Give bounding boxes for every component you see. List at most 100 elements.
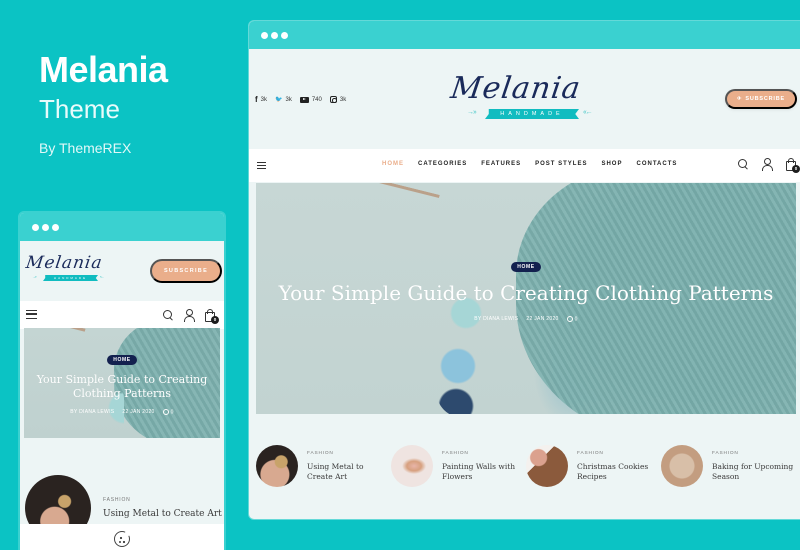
main-navigation: HOME CATEGORIES FEATURES POST STYLES SHO…	[249, 149, 800, 182]
facebook-icon: f	[255, 95, 258, 104]
menu-item-features[interactable]: FEATURES	[481, 161, 521, 167]
search-icon[interactable]	[737, 158, 749, 170]
menu-item-post-styles[interactable]: POST STYLES	[535, 161, 587, 167]
subscribe-button[interactable]: ✈ SUBSCRIBE	[725, 89, 797, 109]
menu-item-home[interactable]: HOME	[382, 161, 404, 167]
shopping-bag-icon[interactable]: 0	[785, 158, 800, 173]
category-badge[interactable]: HOME	[107, 355, 137, 365]
social-links: f 3k 🐦 3k 740 3k	[255, 95, 346, 104]
post-meta: BY DIANA LEWIS 22 JAN 2020 0	[256, 316, 796, 322]
post-title[interactable]: Christmas Cookies Recipes	[577, 462, 661, 481]
user-icon[interactable]	[183, 309, 195, 322]
menu-item-contacts[interactable]: CONTACTS	[636, 161, 677, 167]
list-item[interactable]: FASHION Baking for Upcoming Season	[661, 445, 796, 487]
window-dot-icon	[261, 31, 268, 39]
hero-content: HOME Your Simple Guide to Creating Cloth…	[256, 255, 796, 322]
logo-script: Melania	[24, 253, 104, 273]
post-category[interactable]: FASHION	[712, 451, 796, 456]
hero-title[interactable]: Your Simple Guide to Creating Clothing P…	[256, 282, 796, 304]
window-dot-icon	[271, 31, 278, 39]
brand-subtitle: Theme	[39, 94, 120, 124]
list-item[interactable]: FASHION Using Metal to Create Art	[256, 445, 391, 487]
instagram-icon	[329, 96, 337, 103]
twitter-icon: 🐦	[275, 97, 283, 103]
social-count: 3k	[339, 96, 347, 103]
category-badge[interactable]: HOME	[511, 262, 541, 272]
youtube-icon	[299, 96, 309, 103]
logo-tagline: HANDMADE	[43, 275, 98, 281]
post-date: 22 JAN 2020	[122, 409, 155, 416]
post-meta: BY DIANA LEWIS 22 JAN 2020 0	[24, 409, 220, 415]
site-header: f 3k 🐦 3k 740 3k Melania →›› HANDMADE ‹‹…	[249, 49, 800, 149]
window-title-bar	[249, 21, 800, 49]
list-item[interactable]: FASHION Christmas Cookies Recipes	[526, 445, 661, 487]
post-thumbnail[interactable]	[526, 445, 568, 487]
subscribe-label: SUBSCRIBE	[745, 96, 785, 102]
logo-tagline: HANDMADE	[485, 109, 579, 119]
post-comments[interactable]: 0	[162, 409, 174, 415]
logo-script: Melania	[448, 71, 584, 106]
hero-featured-post[interactable]: HOME Your Simple Guide to Creating Cloth…	[256, 183, 796, 414]
shopping-bag-icon[interactable]: 0	[204, 309, 219, 324]
mobile-preview-window: Melania →›› HANDMADE ‹‹← SUBSCRIBE 0 HOM…	[18, 211, 226, 550]
arrow-decoration-icon: →››	[467, 109, 477, 116]
arrow-decoration-icon: ‹‹←	[100, 274, 105, 279]
post-category[interactable]: FASHION	[307, 451, 391, 456]
post-list: FASHION Using Metal to Create Art FASHIO…	[256, 445, 796, 487]
header-actions: 0	[162, 309, 219, 324]
window-dot-icon	[52, 223, 59, 231]
user-icon[interactable]	[761, 158, 773, 171]
arrow-decoration-icon: ‹‹←	[583, 109, 593, 116]
arrow-decoration-icon: →››	[32, 274, 37, 279]
paper-plane-icon: ✈	[736, 96, 743, 102]
hero-featured-post[interactable]: HOME Your Simple Guide to Creating Cloth…	[24, 328, 220, 438]
social-youtube[interactable]: 740	[299, 96, 322, 103]
post-title[interactable]: Baking for Upcoming Season	[712, 462, 796, 481]
comment-icon	[566, 316, 573, 322]
brand-title: Melania	[39, 49, 168, 90]
menu-item-shop[interactable]: SHOP	[601, 161, 622, 167]
hamburger-menu-icon[interactable]	[26, 310, 37, 319]
menu-items: HOME CATEGORIES FEATURES POST STYLES SHO…	[382, 161, 677, 167]
social-count: 740	[311, 96, 322, 103]
window-title-bar	[20, 213, 224, 241]
hamburger-menu-icon[interactable]	[257, 162, 266, 169]
post-thumbnail[interactable]	[256, 445, 298, 487]
search-icon[interactable]	[162, 309, 174, 321]
site-logo[interactable]: Melania →›› HANDMADE ‹‹←	[24, 253, 114, 285]
comment-icon	[162, 409, 169, 415]
post-thumbnail[interactable]	[661, 445, 703, 487]
mobile-navigation: 0	[20, 301, 224, 329]
post-title[interactable]: Using Metal to Create Art	[103, 509, 222, 520]
post-category[interactable]: FASHION	[442, 451, 526, 456]
social-count: 3k	[260, 96, 268, 103]
social-facebook[interactable]: f 3k	[255, 95, 267, 104]
post-title[interactable]: Painting Walls with Flowers	[442, 462, 526, 481]
brand-author: By ThemeREX	[39, 140, 132, 156]
cookie-icon[interactable]	[114, 530, 131, 547]
site-logo[interactable]: Melania →›› HANDMADE ‹‹←	[445, 71, 605, 123]
comment-count: 0	[574, 316, 578, 323]
post-title[interactable]: Using Metal to Create Art	[307, 462, 391, 481]
post-author[interactable]: BY DIANA LEWIS	[70, 409, 114, 415]
social-instagram[interactable]: 3k	[329, 96, 347, 103]
brand-block: Melania Theme By ThemeREX	[39, 49, 168, 157]
social-twitter[interactable]: 🐦 3k	[275, 96, 292, 104]
cart-count-badge: 0	[792, 165, 800, 173]
post-category[interactable]: FASHION	[577, 451, 661, 456]
post-category[interactable]: FASHION	[103, 497, 222, 503]
hero-title[interactable]: Your Simple Guide to Creating Clothing P…	[24, 373, 220, 401]
cookie-consent-bar	[20, 524, 224, 550]
post-comments[interactable]: 0	[566, 316, 578, 323]
post-thumbnail[interactable]	[391, 445, 433, 487]
hero-content: HOME Your Simple Guide to Creating Cloth…	[24, 348, 220, 415]
post-author[interactable]: BY DIANA LEWIS	[474, 316, 518, 322]
menu-item-categories[interactable]: CATEGORIES	[418, 161, 467, 167]
list-item[interactable]: FASHION Painting Walls with Flowers	[391, 445, 526, 487]
window-dot-icon	[281, 31, 288, 39]
social-count: 3k	[285, 96, 292, 103]
post-date: 22 JAN 2020	[526, 316, 559, 323]
hero-image-scissors	[24, 328, 86, 351]
hero-image-scissors	[297, 183, 440, 242]
subscribe-button[interactable]: SUBSCRIBE	[150, 259, 222, 283]
